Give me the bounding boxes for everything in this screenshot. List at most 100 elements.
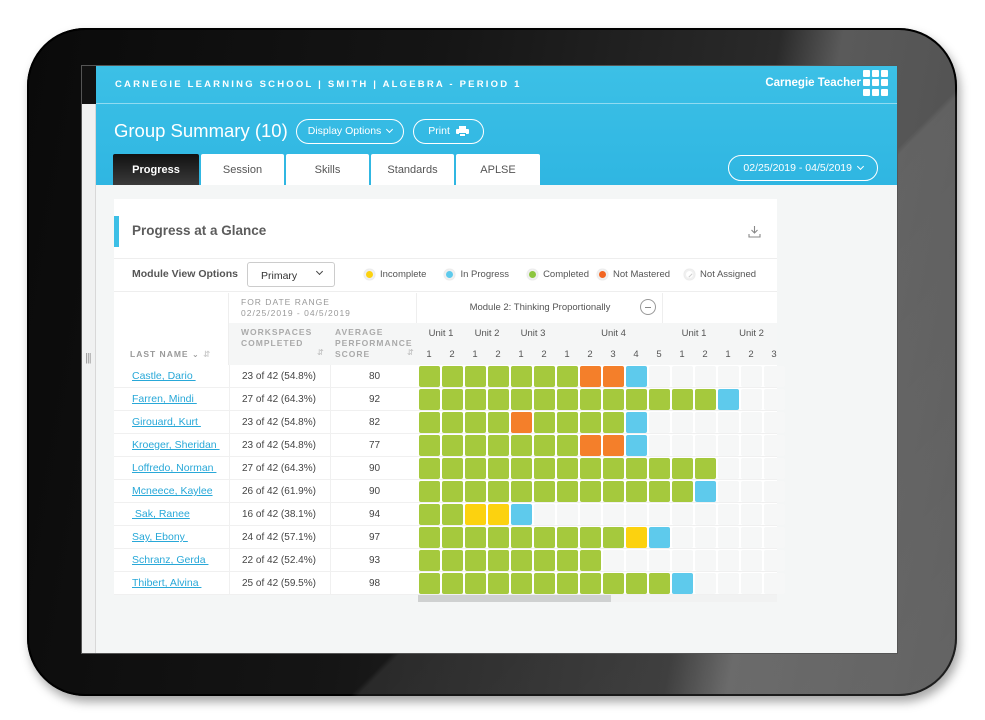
- progress-cell-completed[interactable]: [580, 481, 601, 502]
- progress-cell-completed[interactable]: [419, 550, 440, 571]
- progress-cell-not-mastered[interactable]: [580, 435, 601, 456]
- progress-cell-completed[interactable]: [534, 458, 555, 479]
- student-name-link[interactable]: Castle, Dario: [132, 370, 196, 382]
- progress-cell-completed[interactable]: [465, 527, 486, 548]
- workspaces-completed-header[interactable]: WORKSPACES COMPLETED: [241, 327, 312, 349]
- progress-cell-completed[interactable]: [488, 573, 509, 594]
- progress-cell-completed[interactable]: [488, 389, 509, 410]
- progress-cell-completed[interactable]: [465, 435, 486, 456]
- progress-cell-completed[interactable]: [419, 366, 440, 387]
- progress-cell-completed[interactable]: [580, 550, 601, 571]
- progress-cell-completed[interactable]: [442, 481, 463, 502]
- progress-cell-completed[interactable]: [580, 412, 601, 433]
- progress-cell-completed[interactable]: [511, 366, 532, 387]
- average-performance-score-header[interactable]: AVERAGE PERFORMANCE SCORE: [335, 327, 413, 360]
- progress-cell-completed[interactable]: [626, 458, 647, 479]
- progress-cell-in-progress[interactable]: [695, 481, 716, 502]
- progress-cell-completed[interactable]: [488, 412, 509, 433]
- progress-cell-in-progress[interactable]: [672, 573, 693, 594]
- progress-cell-completed[interactable]: [534, 527, 555, 548]
- progress-cell-completed[interactable]: [626, 481, 647, 502]
- progress-cell-completed[interactable]: [465, 412, 486, 433]
- progress-cell-completed[interactable]: [534, 435, 555, 456]
- progress-cell-completed[interactable]: [580, 458, 601, 479]
- progress-cell-completed[interactable]: [511, 458, 532, 479]
- tab-skills[interactable]: Skills: [286, 154, 369, 185]
- progress-cell-completed[interactable]: [557, 481, 578, 502]
- progress-cell-completed[interactable]: [419, 504, 440, 525]
- progress-cell-completed[interactable]: [488, 435, 509, 456]
- progress-cell-completed[interactable]: [580, 389, 601, 410]
- progress-cell-completed[interactable]: [695, 458, 716, 479]
- progress-cell-completed[interactable]: [442, 366, 463, 387]
- progress-cell-completed[interactable]: [488, 458, 509, 479]
- progress-cell-completed[interactable]: [649, 481, 670, 502]
- progress-cell-completed[interactable]: [534, 366, 555, 387]
- progress-cell-in-progress[interactable]: [626, 366, 647, 387]
- progress-cell-completed[interactable]: [442, 458, 463, 479]
- progress-cell-completed[interactable]: [603, 412, 624, 433]
- progress-cell-completed[interactable]: [695, 389, 716, 410]
- progress-cell-completed[interactable]: [603, 573, 624, 594]
- student-name-link[interactable]: Girouard, Kurt: [132, 416, 201, 428]
- print-button[interactable]: Print: [413, 118, 484, 144]
- progress-cell-not-mastered[interactable]: [603, 366, 624, 387]
- sort-icon[interactable]: ⇵: [407, 349, 414, 357]
- progress-cell-completed[interactable]: [442, 550, 463, 571]
- student-name-link[interactable]: Farren, Mindi: [132, 393, 197, 405]
- progress-cell-completed[interactable]: [626, 389, 647, 410]
- progress-cell-in-progress[interactable]: [649, 527, 670, 548]
- progress-cell-completed[interactable]: [442, 504, 463, 525]
- progress-cell-completed[interactable]: [442, 412, 463, 433]
- progress-cell-not-mastered[interactable]: [511, 412, 532, 433]
- progress-cell-completed[interactable]: [672, 481, 693, 502]
- progress-cell-completed[interactable]: [534, 550, 555, 571]
- student-name-link[interactable]: Kroeger, Sheridan: [132, 439, 220, 451]
- progress-cell-completed[interactable]: [511, 550, 532, 571]
- progress-cell-completed[interactable]: [534, 412, 555, 433]
- progress-cell-completed[interactable]: [580, 573, 601, 594]
- progress-cell-completed[interactable]: [649, 573, 670, 594]
- progress-cell-completed[interactable]: [557, 527, 578, 548]
- progress-cell-completed[interactable]: [442, 527, 463, 548]
- progress-cell-in-progress[interactable]: [626, 435, 647, 456]
- user-name[interactable]: Carnegie Teacher: [765, 77, 861, 89]
- progress-cell-not-mastered[interactable]: [603, 435, 624, 456]
- progress-cell-completed[interactable]: [557, 573, 578, 594]
- scrollbar-thumb[interactable]: [418, 595, 611, 602]
- date-range-button[interactable]: 02/25/2019 - 04/5/2019: [728, 155, 878, 181]
- progress-cell-completed[interactable]: [557, 412, 578, 433]
- progress-cell-completed[interactable]: [442, 573, 463, 594]
- progress-cell-completed[interactable]: [442, 389, 463, 410]
- student-name-link[interactable]: Schranz, Gerda: [132, 554, 208, 566]
- progress-cell-completed[interactable]: [465, 481, 486, 502]
- progress-cell-completed[interactable]: [488, 527, 509, 548]
- student-name-link[interactable]: Say, Ebony: [132, 531, 188, 543]
- progress-cell-in-progress[interactable]: [511, 504, 532, 525]
- grid-apps-icon[interactable]: [863, 70, 889, 96]
- progress-cell-completed[interactable]: [511, 389, 532, 410]
- progress-cell-completed[interactable]: [419, 527, 440, 548]
- progress-cell-completed[interactable]: [557, 550, 578, 571]
- progress-cell-completed[interactable]: [534, 389, 555, 410]
- progress-cell-completed[interactable]: [534, 481, 555, 502]
- tab-aplse[interactable]: APLSE: [456, 154, 540, 185]
- tab-session[interactable]: Session: [201, 154, 284, 185]
- progress-cell-completed[interactable]: [649, 458, 670, 479]
- progress-cell-completed[interactable]: [488, 481, 509, 502]
- progress-cell-not-mastered[interactable]: [580, 366, 601, 387]
- drag-handle-icon[interactable]: |||: [85, 352, 92, 364]
- progress-cell-completed[interactable]: [557, 458, 578, 479]
- progress-cell-completed[interactable]: [511, 435, 532, 456]
- progress-cell-completed[interactable]: [465, 389, 486, 410]
- progress-cell-completed[interactable]: [603, 481, 624, 502]
- progress-cell-completed[interactable]: [442, 435, 463, 456]
- progress-cell-completed[interactable]: [488, 366, 509, 387]
- progress-cell-in-progress[interactable]: [626, 412, 647, 433]
- progress-cell-completed[interactable]: [419, 412, 440, 433]
- tab-progress[interactable]: Progress: [113, 154, 199, 185]
- module-view-select[interactable]: Primary: [247, 262, 335, 287]
- progress-cell-completed[interactable]: [465, 550, 486, 571]
- progress-cell-completed[interactable]: [419, 573, 440, 594]
- progress-cell-completed[interactable]: [419, 389, 440, 410]
